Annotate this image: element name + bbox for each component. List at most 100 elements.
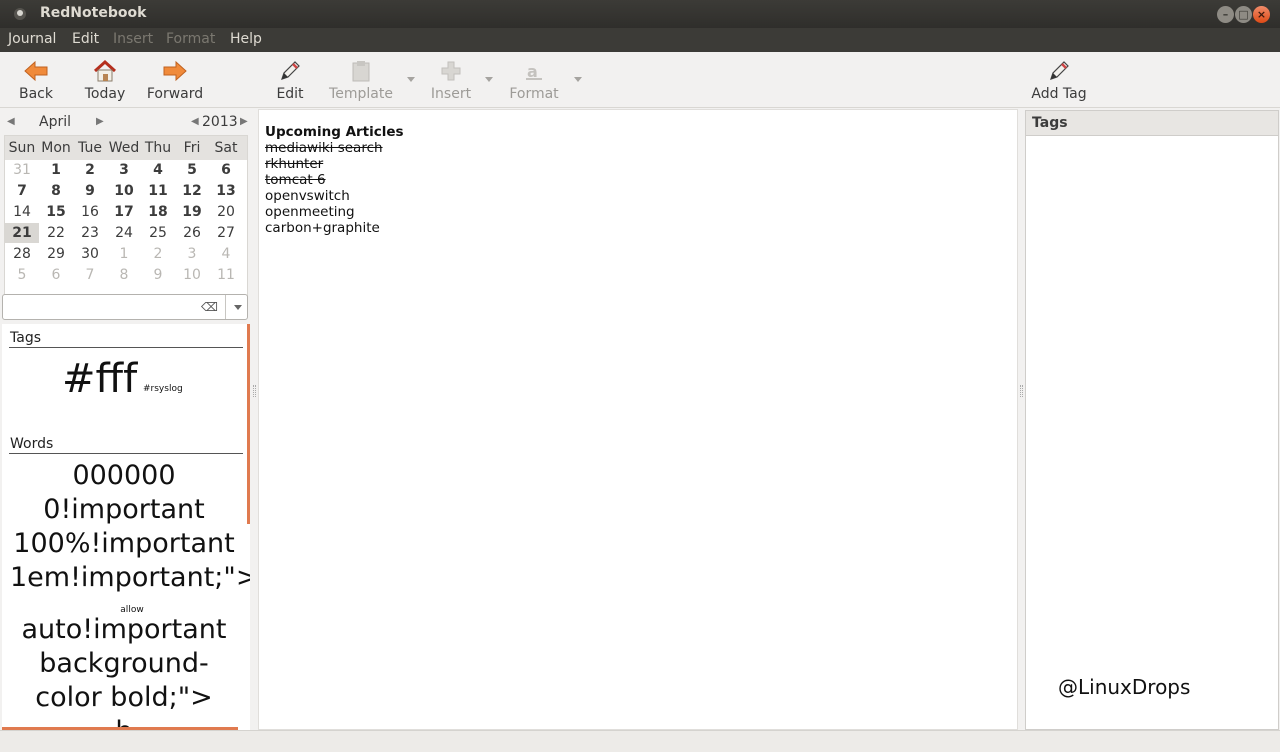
forward-button[interactable]: Forward xyxy=(146,56,204,102)
cloud-scroll-accent[interactable] xyxy=(247,324,250,524)
calendar-day[interactable]: 8 xyxy=(39,181,73,201)
next-year-icon[interactable]: ▶ xyxy=(240,116,248,127)
back-label: Back xyxy=(19,86,53,102)
format-dropdown-icon[interactable] xyxy=(574,77,582,82)
right-pane-resize-handle[interactable] xyxy=(1020,385,1023,397)
menu-journal[interactable]: Journal xyxy=(8,31,56,47)
prev-year-icon[interactable]: ◀ xyxy=(191,116,199,127)
calendar-day[interactable]: 24 xyxy=(107,223,141,243)
close-button[interactable]: × xyxy=(1253,6,1270,23)
next-month-icon[interactable]: ▶ xyxy=(96,116,104,127)
calendar-day[interactable]: 17 xyxy=(107,202,141,222)
format-button[interactable]: a Format xyxy=(508,56,560,102)
minimize-button[interactable]: – xyxy=(1217,6,1234,23)
entry-done-item: mediawiki search xyxy=(265,140,383,156)
app-icon xyxy=(14,8,26,20)
cloud-tag-rsyslog[interactable]: #rsyslog xyxy=(143,384,183,394)
calendar-day[interactable]: 13 xyxy=(209,181,243,201)
template-label: Template xyxy=(329,86,393,102)
calendar-day[interactable]: 11 xyxy=(141,181,175,201)
menu-edit[interactable]: Edit xyxy=(72,31,99,47)
tags-panel: Tags xyxy=(1025,110,1279,730)
left-pane-resize-handle[interactable] xyxy=(253,385,256,397)
home-icon xyxy=(82,56,128,86)
add-tag-button[interactable]: Add Tag xyxy=(1031,56,1087,102)
calendar-day[interactable]: 27 xyxy=(209,223,243,243)
calendar[interactable]: Sun Mon Tue Wed Thu Fri Sat 31 1 2 3 4 5 6 7 8 9 10 11 12 1… xyxy=(4,135,248,315)
search-input[interactable]: ⌫ xyxy=(2,294,248,320)
today-label: Today xyxy=(84,86,126,102)
back-button[interactable]: Back xyxy=(14,56,58,102)
calendar-day[interactable]: 4 xyxy=(209,244,243,264)
calendar-day[interactable]: 8 xyxy=(107,265,141,285)
calendar-day[interactable]: 9 xyxy=(141,265,175,285)
calendar-day[interactable]: 14 xyxy=(5,202,39,222)
calendar-day[interactable]: 22 xyxy=(39,223,73,243)
template-button[interactable]: Template xyxy=(329,56,393,102)
calendar-day[interactable]: 10 xyxy=(175,265,209,285)
cloud-tags-divider xyxy=(9,347,243,348)
calendar-day[interactable]: 1 xyxy=(39,160,73,180)
calendar-day[interactable]: 1 xyxy=(107,244,141,264)
calendar-day[interactable]: 19 xyxy=(175,202,209,222)
calendar-day[interactable]: 3 xyxy=(107,160,141,180)
calendar-day[interactable]: 16 xyxy=(73,202,107,222)
entry-todo-item: openmeeting xyxy=(265,204,355,220)
calendar-day[interactable]: 23 xyxy=(73,223,107,243)
edit-button[interactable]: Edit xyxy=(274,56,306,102)
cloud-word[interactable]: background- xyxy=(2,648,246,679)
calendar-day[interactable]: 15 xyxy=(39,202,73,222)
insert-dropdown-icon[interactable] xyxy=(485,77,493,82)
calendar-day[interactable]: 9 xyxy=(73,181,107,201)
menu-bar: Journal Edit Insert Format Help xyxy=(0,28,1280,52)
calendar-day[interactable]: 6 xyxy=(39,265,73,285)
calendar-day[interactable]: 30 xyxy=(73,244,107,264)
calendar-day[interactable]: 5 xyxy=(5,265,39,285)
search-dropdown-icon[interactable] xyxy=(225,295,249,319)
cloud-word[interactable]: auto!important xyxy=(2,614,246,645)
cloud-word[interactable]: color bold;"> xyxy=(2,682,246,713)
calendar-day[interactable]: 29 xyxy=(39,244,73,264)
left-pane: ◀ April ▶ ◀ 2013 ▶ Sun Mon Tue Wed Thu Fri Sat… xyxy=(0,109,252,730)
calendar-day[interactable]: 4 xyxy=(141,160,175,180)
cloud-panel: Tags #fff #rsyslog Words 000000 0!import… xyxy=(2,324,250,730)
tags-panel-header[interactable]: Tags xyxy=(1026,111,1278,136)
cloud-word[interactable]: 100%!important xyxy=(2,528,246,559)
calendar-day[interactable]: 31 xyxy=(5,160,39,180)
calendar-day[interactable]: 7 xyxy=(73,265,107,285)
calendar-day[interactable]: 21 xyxy=(5,223,39,243)
calendar-day[interactable]: 25 xyxy=(141,223,175,243)
calendar-day[interactable]: 20 xyxy=(209,202,243,222)
cloud-tag-fff[interactable]: #fff xyxy=(62,356,137,402)
clipboard-icon xyxy=(329,56,393,86)
today-button[interactable]: Today xyxy=(82,56,128,102)
clear-search-icon[interactable]: ⌫ xyxy=(201,300,218,314)
cloud-words-divider xyxy=(9,453,243,454)
calendar-day[interactable]: 2 xyxy=(141,244,175,264)
prev-month-icon[interactable]: ◀ xyxy=(7,116,15,127)
calendar-month: April xyxy=(39,114,71,130)
menu-format[interactable]: Format xyxy=(166,31,215,47)
calendar-day[interactable]: 11 xyxy=(209,265,243,285)
calendar-day[interactable]: 3 xyxy=(175,244,209,264)
calendar-weekday: Sun xyxy=(8,140,36,156)
menu-help[interactable]: Help xyxy=(230,31,262,47)
calendar-day[interactable]: 26 xyxy=(175,223,209,243)
insert-button[interactable]: Insert xyxy=(430,56,472,102)
entry-done-item: rkhunter xyxy=(265,156,324,172)
cloud-word[interactable]: 1em!important;"> xyxy=(10,562,250,593)
cloud-word[interactable]: 0!important xyxy=(2,494,246,525)
cloud-word[interactable]: 000000 xyxy=(2,460,246,491)
menu-insert[interactable]: Insert xyxy=(113,31,153,47)
calendar-day[interactable]: 12 xyxy=(175,181,209,201)
maximize-button[interactable]: □ xyxy=(1235,6,1252,23)
calendar-day[interactable]: 7 xyxy=(5,181,39,201)
calendar-day[interactable]: 18 xyxy=(141,202,175,222)
calendar-day[interactable]: 10 xyxy=(107,181,141,201)
calendar-day[interactable]: 6 xyxy=(209,160,243,180)
day-editor[interactable]: Upcoming Articles mediawiki search rkhun… xyxy=(258,109,1018,730)
calendar-day[interactable]: 2 xyxy=(73,160,107,180)
template-dropdown-icon[interactable] xyxy=(407,77,415,82)
calendar-day[interactable]: 28 xyxy=(5,244,39,264)
calendar-day[interactable]: 5 xyxy=(175,160,209,180)
